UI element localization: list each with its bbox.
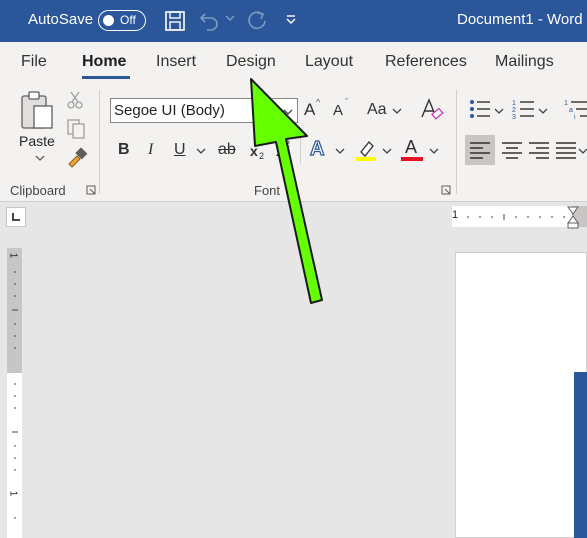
underline-dropdown-icon[interactable] <box>196 147 206 155</box>
font-color-dropdown-icon[interactable] <box>429 147 439 155</box>
font-color-button[interactable]: A <box>405 137 417 158</box>
tab-design[interactable]: Design <box>226 53 276 71</box>
bullets-icon[interactable] <box>468 98 494 120</box>
indent-marker-icon[interactable] <box>566 206 580 230</box>
justify-dropdown-icon[interactable] <box>578 147 587 155</box>
svg-text:a: a <box>569 107 573 114</box>
title-bar: AutoSave Off Document1 - Word <box>0 0 587 42</box>
paste-icon[interactable] <box>18 90 56 132</box>
undo-dropdown-icon[interactable] <box>225 14 235 22</box>
text-effects-button[interactable]: A <box>309 137 325 161</box>
bullets-dropdown-icon[interactable] <box>494 107 504 115</box>
strikethrough-button[interactable]: ab <box>218 141 236 159</box>
font-name-dropdown-icon[interactable] <box>283 108 293 116</box>
ribbon-separator <box>99 90 100 194</box>
page-content-block <box>574 372 587 538</box>
change-case-dropdown-icon[interactable] <box>392 107 402 115</box>
font-separator <box>300 138 301 164</box>
numbering-dropdown-icon[interactable] <box>538 107 548 115</box>
cut-icon[interactable] <box>66 90 84 110</box>
font-name-box[interactable]: Segoe UI (Body) <box>110 98 298 123</box>
grow-font-button[interactable]: A <box>304 100 315 120</box>
subscript-button[interactable]: x <box>250 143 258 159</box>
highlight-dropdown-icon[interactable] <box>382 147 392 155</box>
change-case-button[interactable]: Aa <box>367 101 387 119</box>
ribbon-separator <box>456 90 457 194</box>
svg-text:2: 2 <box>512 107 516 114</box>
highlight-icon[interactable] <box>355 138 377 162</box>
paste-dropdown-icon[interactable] <box>35 154 45 162</box>
tab-mailings[interactable]: Mailings <box>495 53 554 71</box>
document-title: Document1 - Word <box>457 11 583 28</box>
italic-button[interactable]: I <box>148 141 153 159</box>
grow-caret-icon: ^ <box>316 97 321 107</box>
tab-insert[interactable]: Insert <box>156 53 196 71</box>
tab-home[interactable]: Home <box>82 53 126 71</box>
justify-icon[interactable] <box>551 135 581 165</box>
clear-formatting-icon[interactable] <box>420 97 444 123</box>
svg-text:1: 1 <box>564 100 568 107</box>
font-name-value: Segoe UI (Body) <box>114 102 225 119</box>
active-tab-indicator <box>82 76 130 79</box>
align-center-icon[interactable] <box>497 135 527 165</box>
align-left-button[interactable] <box>465 135 495 165</box>
customize-toolbar-icon[interactable] <box>285 14 297 26</box>
bold-button[interactable]: B <box>118 141 130 159</box>
font-color-swatch <box>401 157 423 161</box>
subscript-mark: 2 <box>259 151 265 161</box>
svg-text:3: 3 <box>512 114 516 120</box>
format-painter-icon[interactable] <box>66 146 88 168</box>
paste-button-label[interactable]: Paste <box>19 133 55 149</box>
align-right-icon[interactable] <box>524 135 554 165</box>
svg-text:i: i <box>574 114 576 120</box>
autosave-label: AutoSave <box>28 11 94 28</box>
multilevel-list-icon[interactable]: 1 a i <box>564 98 587 120</box>
tab-file[interactable]: File <box>21 53 47 71</box>
vertical-ruler[interactable]: 1 1 <box>7 248 22 538</box>
font-launcher-icon[interactable] <box>441 185 451 195</box>
clipboard-group-label: Clipboard <box>10 183 66 198</box>
toggle-knob <box>103 14 114 26</box>
document-page[interactable] <box>455 252 587 538</box>
redo-icon[interactable] <box>246 10 268 32</box>
copy-icon[interactable] <box>66 118 86 140</box>
superscript-mark: 2 <box>285 139 291 149</box>
tab-stop-icon <box>12 213 20 221</box>
font-group-label: Font <box>254 183 281 198</box>
ruler-number: 1 <box>452 209 459 221</box>
superscript-button[interactable]: x <box>276 143 284 159</box>
save-icon[interactable] <box>164 10 186 32</box>
vertical-ruler-ticks <box>12 271 18 519</box>
autosave-toggle[interactable]: Off <box>98 10 146 31</box>
text-effects-dropdown-icon[interactable] <box>335 147 345 155</box>
horizontal-ruler[interactable]: 1 <box>452 206 587 230</box>
tab-references[interactable]: References <box>385 53 467 71</box>
align-left-icon <box>470 142 490 159</box>
numbering-icon[interactable]: 1 2 3 <box>512 98 538 120</box>
svg-text:1: 1 <box>512 100 516 107</box>
shrink-font-button[interactable]: A <box>333 102 343 119</box>
autosave-state: Off <box>120 13 136 27</box>
underline-button[interactable]: U <box>174 141 186 159</box>
tab-selector[interactable] <box>6 207 26 227</box>
clipboard-launcher-icon[interactable] <box>86 185 96 195</box>
undo-icon[interactable] <box>198 10 222 32</box>
tab-layout[interactable]: Layout <box>305 53 353 71</box>
shrink-caret-icon: ˇ <box>345 97 348 107</box>
